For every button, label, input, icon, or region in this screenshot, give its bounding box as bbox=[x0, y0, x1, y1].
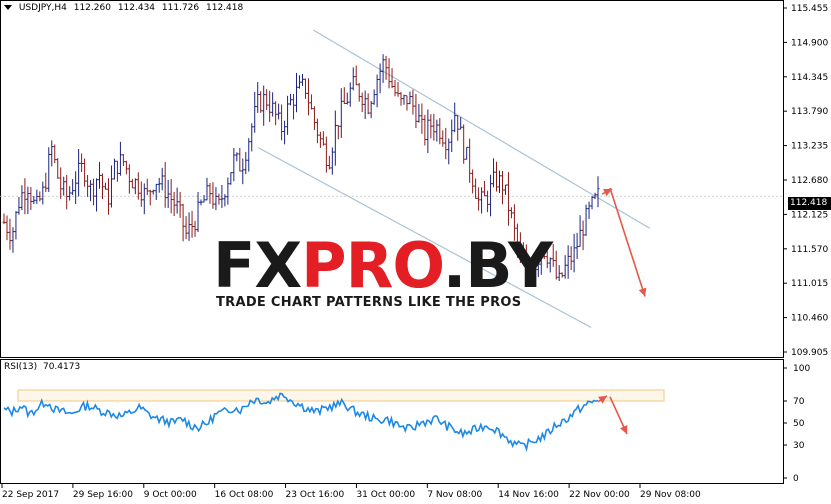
watermark-part-fx: FX bbox=[213, 229, 302, 302]
watermark-part-pro: PRO bbox=[301, 229, 444, 302]
symbol-label: USDJPY,H4 bbox=[18, 3, 67, 13]
rsi-value: 70.4173 bbox=[42, 362, 81, 372]
close-value: 112.418 bbox=[206, 3, 244, 13]
current-price-tag: 112.418 bbox=[788, 197, 831, 210]
x-tick-label: 7 Nov 08:00 bbox=[427, 490, 482, 500]
rsi-y-tick-label: 100 bbox=[793, 364, 810, 374]
low-value: 111.726 bbox=[161, 3, 200, 13]
rsi-header: RSI(13) 70.4173 bbox=[4, 362, 83, 372]
watermark-logo: FXPRO.BY TRADE CHART PATTERNS LIKE THE P… bbox=[213, 231, 553, 317]
watermark-title: FXPRO.BY bbox=[213, 229, 553, 302]
x-tick-label: 31 Oct 00:00 bbox=[356, 490, 415, 500]
rsi-y-tick-label: 30 bbox=[793, 441, 805, 451]
dropdown-icon[interactable] bbox=[4, 5, 12, 10]
y-tick-label: 114.900 bbox=[791, 38, 828, 48]
rsi-y-tick-label: 0 bbox=[793, 474, 799, 484]
x-tick-label: 16 Oct 08:00 bbox=[215, 490, 274, 500]
x-tick-label: 9 Oct 00:00 bbox=[144, 490, 197, 500]
y-tick-label: 113.790 bbox=[791, 107, 828, 117]
x-tick-label: 23 Oct 16:00 bbox=[286, 490, 345, 500]
x-tick-label: 22 Sep 2017 bbox=[2, 490, 59, 500]
high-value: 112.434 bbox=[117, 3, 156, 13]
x-tick-label: 22 Nov 00:00 bbox=[569, 490, 630, 500]
x-tick-label: 29 Sep 16:00 bbox=[73, 490, 133, 500]
y-tick-label: 112.680 bbox=[791, 176, 828, 186]
x-tick-label: 29 Nov 08:00 bbox=[640, 490, 701, 500]
rsi-y-tick-label: 70 bbox=[793, 397, 805, 407]
y-tick-label: 111.570 bbox=[791, 245, 828, 255]
watermark-subtitle: TRADE CHART PATTERNS LIKE THE PROS bbox=[216, 295, 522, 310]
y-tick-label: 113.235 bbox=[791, 142, 828, 152]
watermark-part-by: .BY bbox=[442, 229, 553, 302]
y-tick-label: 115.455 bbox=[791, 4, 828, 14]
y-tick-label: 114.345 bbox=[791, 73, 828, 83]
open-value: 112.260 bbox=[73, 3, 111, 13]
x-tick-label: 14 Nov 16:00 bbox=[498, 490, 559, 500]
chart-header: USDJPY,H4 112.260 112.434 111.726 112.41… bbox=[4, 3, 247, 13]
y-tick-label: 110.460 bbox=[791, 314, 828, 324]
y-tick-label: 111.015 bbox=[791, 279, 828, 289]
y-tick-label: 112.125 bbox=[791, 210, 828, 220]
rsi-name: RSI(13) bbox=[4, 362, 38, 372]
rsi-y-tick-label: 50 bbox=[793, 419, 805, 429]
y-tick-label: 109.905 bbox=[791, 348, 828, 358]
